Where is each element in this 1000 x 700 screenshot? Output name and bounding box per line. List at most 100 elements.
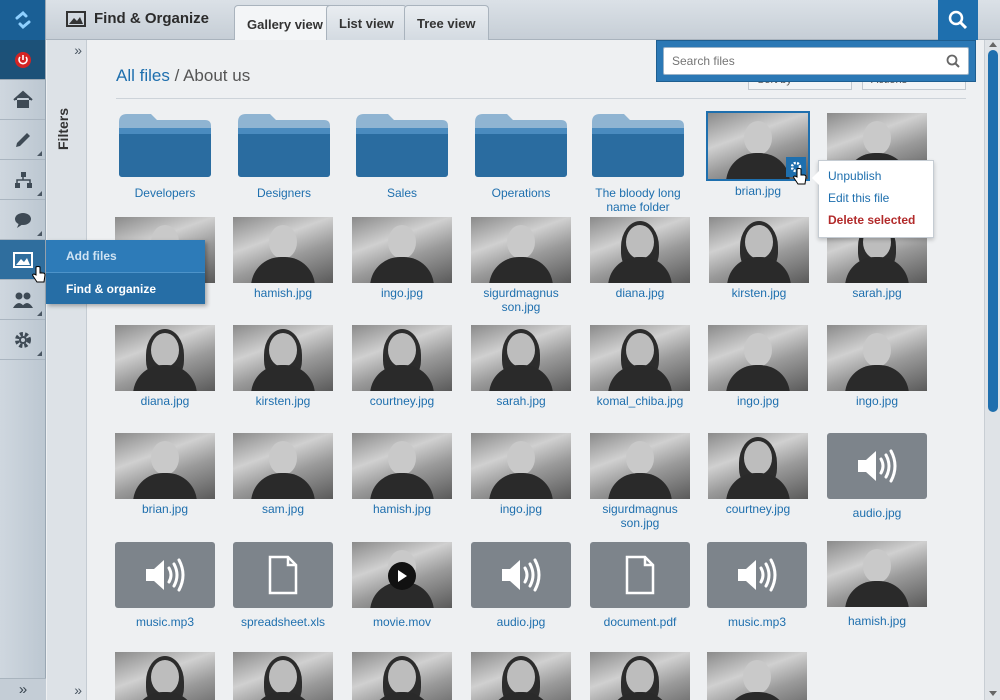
file-name: music.mp3: [135, 615, 194, 629]
tab-list-view[interactable]: List view: [326, 5, 407, 41]
menu-item-unpublish[interactable]: Unpublish: [819, 165, 933, 187]
file-item[interactable]: [347, 652, 457, 700]
file-item[interactable]: hamish.jpg: [347, 433, 457, 516]
expand-rail-icon[interactable]: »: [0, 678, 46, 700]
file-item[interactable]: ingo.jpg: [347, 217, 457, 300]
file-item[interactable]: komal_chiba.jpg: [585, 325, 695, 408]
divider: [116, 98, 966, 99]
folder-icon: [119, 114, 211, 177]
play-icon[interactable]: [388, 562, 416, 590]
photo-thumbnail: [352, 325, 452, 391]
scroll-down-icon[interactable]: [989, 691, 997, 696]
search-icon: [948, 10, 968, 30]
photo-thumbnail: [233, 325, 333, 391]
file-name: brian.jpg: [141, 502, 189, 516]
file-name: ingo.jpg: [499, 502, 543, 516]
file-item[interactable]: hamish.jpg: [822, 541, 932, 628]
breadcrumb-root-link[interactable]: All files: [116, 66, 170, 85]
photo-thumbnail: [827, 541, 927, 607]
search-icon[interactable]: [946, 54, 960, 68]
folder-icon: [475, 114, 567, 177]
file-item[interactable]: ingo.jpg: [703, 325, 813, 408]
chat-icon[interactable]: [0, 200, 45, 240]
file-name: hamish.jpg: [253, 286, 313, 300]
file-item[interactable]: music.mp3: [110, 542, 220, 629]
sitemap-icon[interactable]: [0, 160, 45, 200]
gear-icon[interactable]: [0, 320, 45, 360]
file-item[interactable]: spreadsheet.xls: [228, 542, 338, 629]
file-name: komal_chiba.jpg: [596, 394, 684, 408]
menu-item-edit-file[interactable]: Edit this file: [819, 187, 933, 209]
file-item[interactable]: audio.jpg: [466, 542, 576, 629]
file-item[interactable]: ingo.jpg: [466, 433, 576, 516]
file-item[interactable]: audio.jpg: [822, 433, 932, 520]
folder-item[interactable]: Designers: [229, 112, 339, 200]
file-item[interactable]: kirsten.jpg: [704, 217, 814, 300]
folder-icon: [238, 114, 330, 177]
folder-item[interactable]: Sales: [347, 112, 457, 200]
pencil-icon[interactable]: [0, 120, 45, 160]
home-icon[interactable]: [0, 80, 45, 120]
menu-item-delete-selected[interactable]: Delete selected: [819, 209, 933, 231]
photo-thumbnail: [590, 217, 690, 283]
expand-filters-icon[interactable]: »: [74, 42, 82, 58]
photo-thumbnail: [471, 217, 571, 283]
power-icon[interactable]: [0, 40, 45, 80]
file-item[interactable]: [228, 652, 338, 700]
people-icon[interactable]: [0, 280, 45, 320]
file-item[interactable]: courtney.jpg: [347, 325, 457, 408]
file-item[interactable]: diana.jpg: [585, 217, 695, 300]
file-item[interactable]: movie.mov: [347, 542, 457, 629]
folder-item[interactable]: Developers: [110, 112, 220, 200]
file-item[interactable]: [702, 652, 812, 700]
photo-thumbnail: [233, 652, 333, 700]
file-item[interactable]: [585, 652, 695, 700]
file-item[interactable]: [466, 652, 576, 700]
logo-icon[interactable]: [0, 0, 45, 40]
speaker-icon: [502, 558, 541, 592]
document-file-tile: [233, 542, 333, 608]
scrollbar[interactable]: [984, 40, 1000, 700]
file-item[interactable]: brian.jpg: [110, 433, 220, 516]
file-item[interactable]: document.pdf: [585, 542, 695, 629]
photo-thumbnail: [709, 217, 809, 283]
tab-gallery-view[interactable]: Gallery view: [234, 5, 336, 42]
file-item[interactable]: sigurdmagnus son.jpg: [466, 217, 576, 314]
photo-thumbnail: [352, 652, 452, 700]
speaker-icon: [738, 558, 777, 592]
scrollbar-thumb[interactable]: [988, 50, 998, 412]
file-item[interactable]: courtney.jpg: [703, 433, 813, 516]
file-item[interactable]: sam.jpg: [228, 433, 338, 516]
speaker-icon: [146, 558, 185, 592]
filters-label[interactable]: Filters: [55, 108, 71, 150]
media-flyout-menu: Add files Find & organize: [46, 240, 205, 304]
file-item[interactable]: music.mp3: [702, 542, 812, 629]
expand-filters-bottom-icon[interactable]: »: [74, 682, 82, 698]
file-item[interactable]: kirsten.jpg: [228, 325, 338, 408]
photo-thumbnail: [233, 433, 333, 499]
document-icon: [268, 555, 298, 595]
file-name: kirsten.jpg: [731, 286, 787, 300]
scroll-up-icon[interactable]: [989, 42, 997, 47]
search-button[interactable]: [938, 0, 978, 40]
file-name: hamish.jpg: [372, 502, 432, 516]
video-thumbnail: [352, 542, 452, 608]
file-item[interactable]: ingo.jpg: [822, 325, 932, 408]
file-item[interactable]: sigurdmagnus son.jpg: [585, 433, 695, 530]
file-item[interactable]: sarah.jpg: [466, 325, 576, 408]
menu-item-add-files[interactable]: Add files: [46, 240, 205, 272]
folder-icon: [356, 114, 448, 177]
file-item[interactable]: diana.jpg: [110, 325, 220, 408]
file-item[interactable]: hamish.jpg: [228, 217, 338, 300]
audio-file-tile: [827, 433, 927, 499]
file-name: courtney.jpg: [369, 394, 435, 408]
folder-item[interactable]: Operations: [466, 112, 576, 200]
tab-tree-view[interactable]: Tree view: [404, 5, 489, 41]
search-input[interactable]: [664, 48, 924, 74]
folder-item[interactable]: The bloody long name folder: [583, 112, 693, 214]
file-name: courtney.jpg: [725, 502, 791, 516]
menu-item-find-organize[interactable]: Find & organize: [46, 272, 205, 304]
photo-thumbnail: [115, 325, 215, 391]
file-item[interactable]: [110, 652, 220, 700]
file-name: sigurdmagnus son.jpg: [483, 286, 559, 314]
